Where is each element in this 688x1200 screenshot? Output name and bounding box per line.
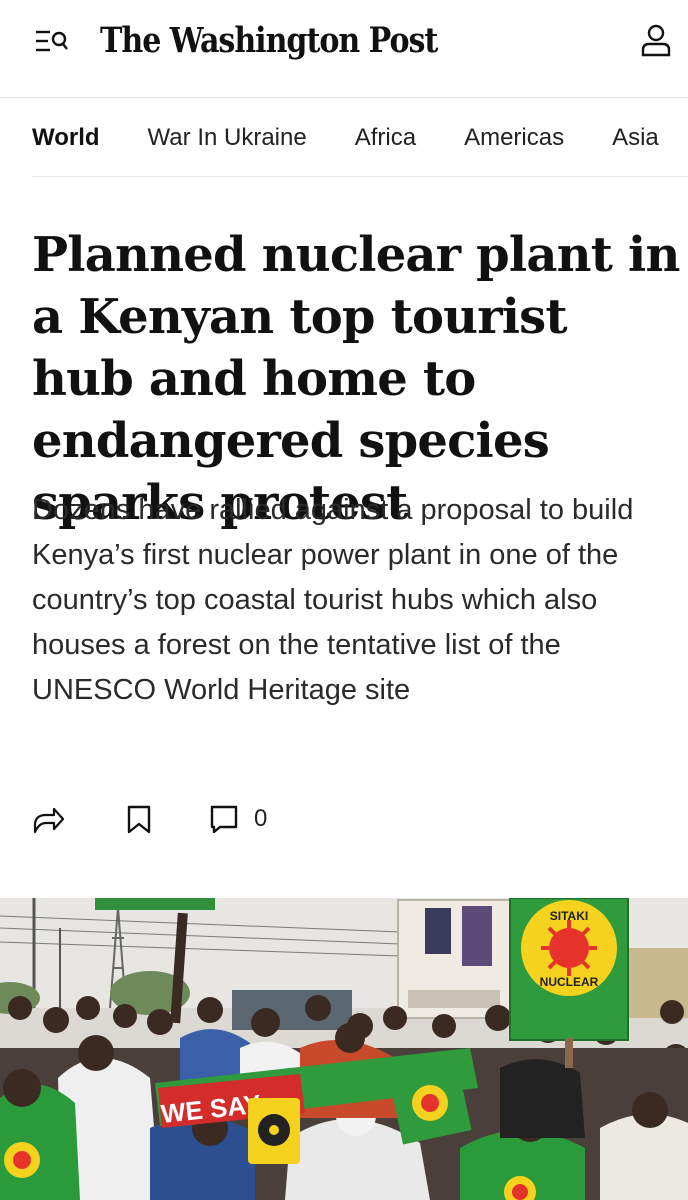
nav-item-americas[interactable]: Americas [464,99,564,177]
nav-item-war-in-ukraine[interactable]: War In Ukraine [148,99,307,177]
hero-photo[interactable]: WE SAY SITAKI NUCLEAR [0,898,688,1200]
user-account-icon[interactable] [638,22,674,58]
bookmark-icon[interactable] [122,800,156,838]
menu-search-icon[interactable] [34,26,70,56]
nav-item-africa[interactable]: Africa [355,99,416,177]
nav-divider [32,176,688,177]
sign-bottom-text: NUCLEAR [540,975,599,989]
comment-count[interactable]: 0 [254,804,267,834]
nav-item-asia[interactable]: Asia [612,99,659,177]
share-icon[interactable] [32,800,66,838]
nav-item-world[interactable]: World [32,99,100,177]
article-dek: Dozens have rallied against a proposal t… [32,494,634,706]
comment-icon[interactable] [208,800,242,838]
protest-photo-illustration: WE SAY SITAKI NUCLEAR [0,898,688,1200]
sign-top-text: SITAKI [550,909,588,923]
site-logo[interactable]: The Washington Post [100,17,438,65]
site-header: The Washington Post [0,0,688,98]
section-nav: World War In Ukraine Africa Americas Asi… [0,99,688,177]
